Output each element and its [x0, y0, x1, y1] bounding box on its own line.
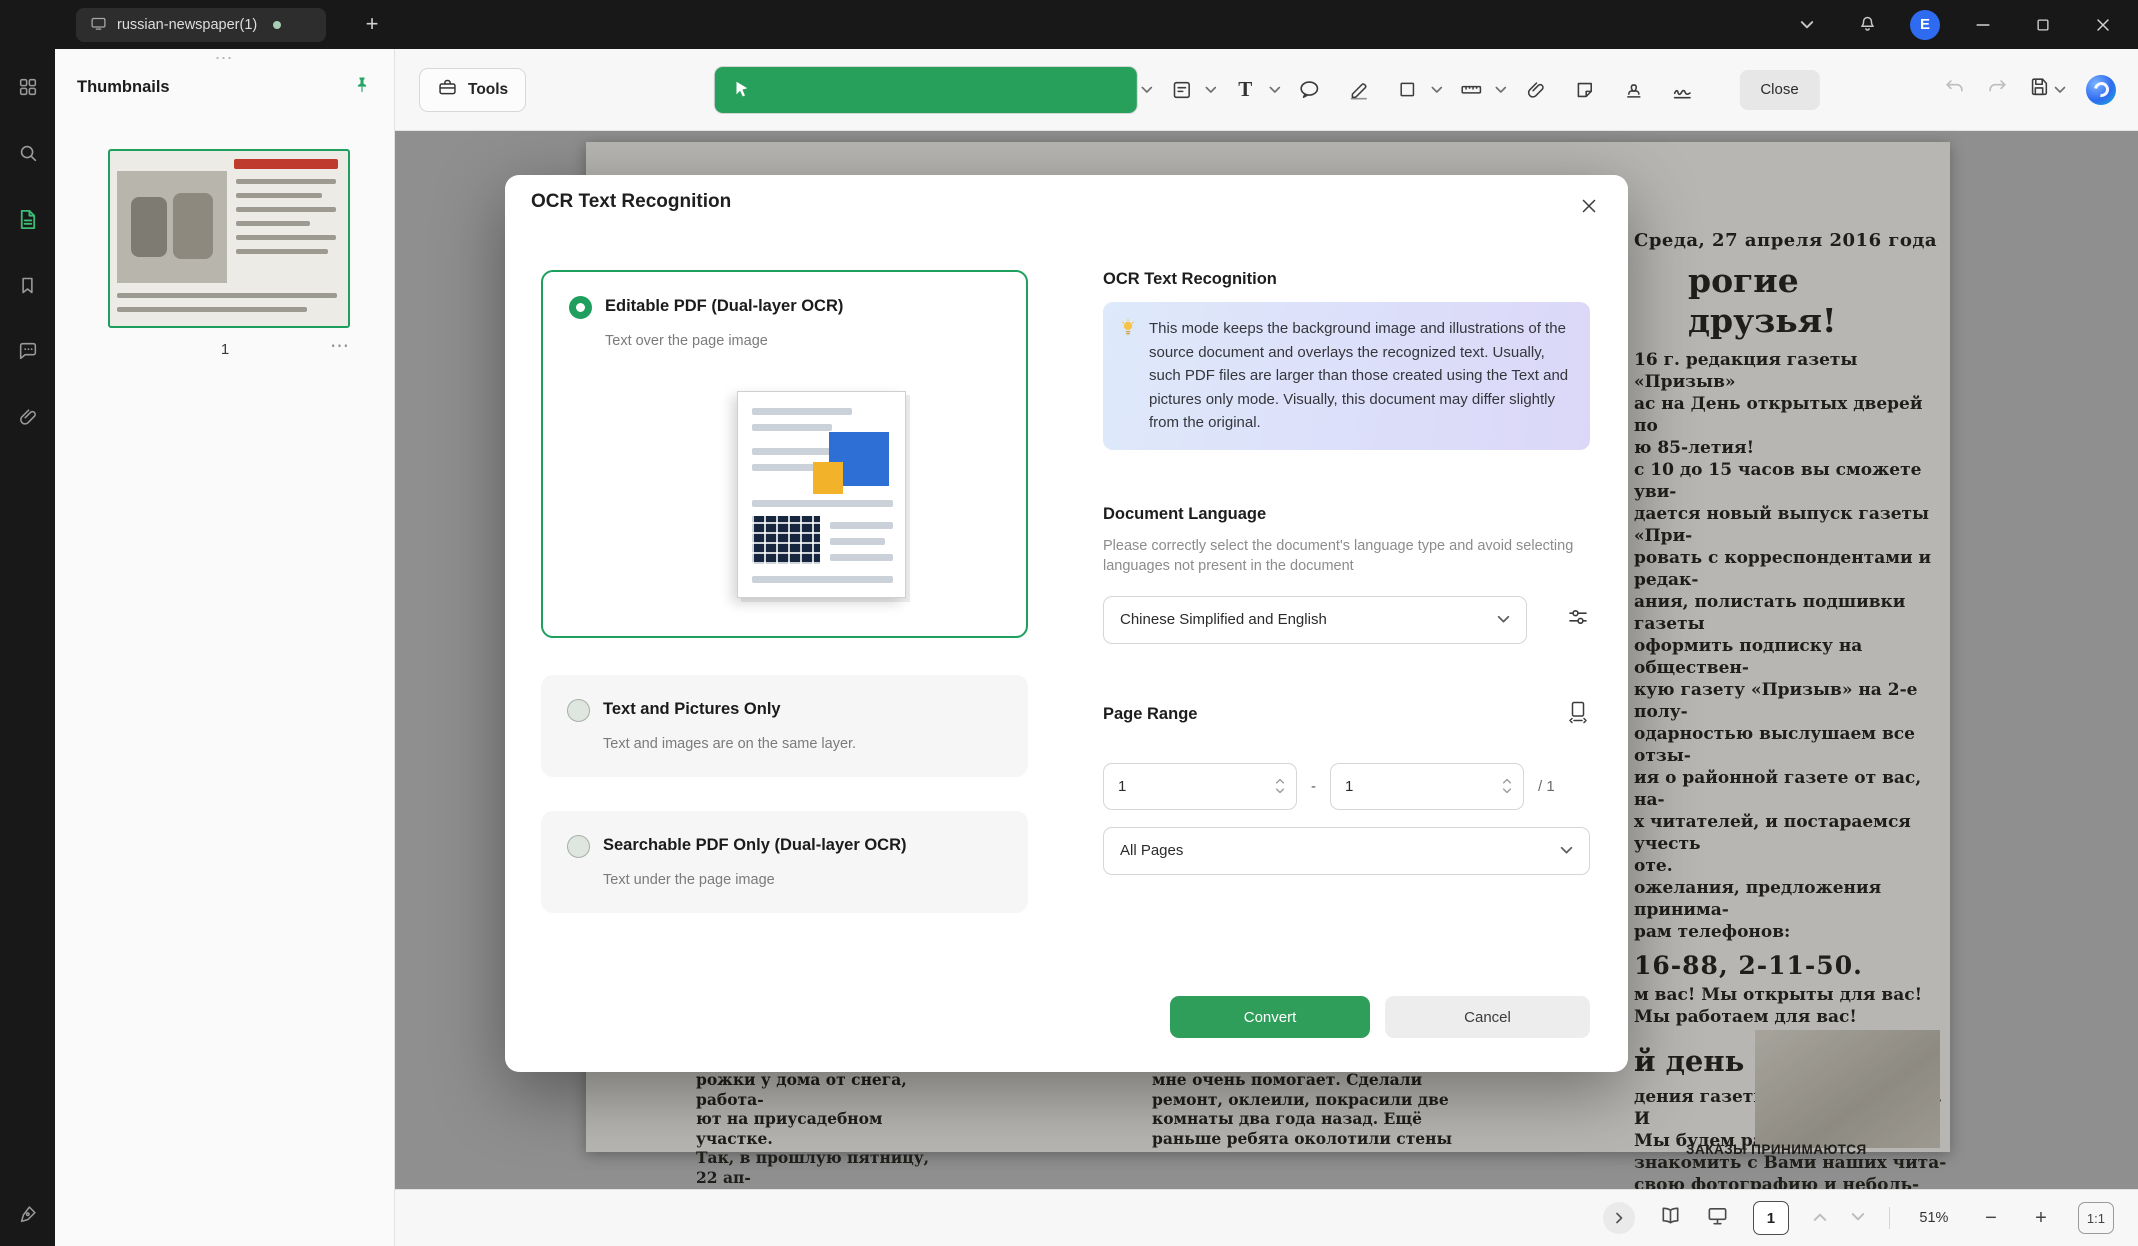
select-tool-button[interactable] — [713, 66, 1137, 114]
range-to-input[interactable] — [1330, 763, 1524, 810]
option-editable-pdf[interactable]: Editable PDF (Dual-layer OCR) Text over … — [541, 270, 1028, 638]
stamp-tool-icon[interactable] — [1613, 70, 1653, 110]
user-avatar[interactable]: E — [1910, 10, 1940, 40]
edit-pdf-chevron-icon[interactable] — [1204, 81, 1216, 99]
ocr-mode-options: Editable PDF (Dual-layer OCR) Text over … — [541, 270, 1028, 913]
notifications-bell-icon[interactable] — [1850, 8, 1884, 42]
ocr-info-heading: OCR Text Recognition — [1103, 270, 1590, 289]
save-icon[interactable] — [2028, 76, 2050, 103]
statusbar-divider — [1889, 1207, 1890, 1229]
page-thumbnail[interactable] — [108, 149, 350, 328]
toolbox-icon — [437, 77, 458, 103]
stepper-icons[interactable] — [1502, 778, 1512, 794]
thumbnail-options-ellipsis[interactable]: ⋯ — [330, 335, 350, 358]
undo-icon[interactable] — [1944, 76, 1966, 103]
sticker-tool-icon[interactable] — [1564, 70, 1604, 110]
document-illustration — [737, 391, 906, 598]
titlebar: russian-newspaper(1) + E — [0, 0, 2138, 49]
zoom-out-button[interactable]: − — [1978, 1207, 2004, 1230]
actual-size-button[interactable]: 1:1 — [2078, 1202, 2114, 1234]
edit-pdf-tool-icon[interactable] — [1161, 70, 1201, 110]
convert-button[interactable]: Convert — [1170, 996, 1370, 1038]
comments-icon[interactable] — [14, 337, 42, 365]
language-settings-icon[interactable] — [1566, 605, 1590, 634]
page-number-input[interactable] — [1753, 1201, 1789, 1235]
status-bar: 51% − + 1:1 — [395, 1189, 2138, 1246]
minimize-button[interactable] — [1966, 8, 2000, 42]
tools-menu-button[interactable]: Tools — [419, 68, 526, 112]
measure-tool-icon[interactable] — [1451, 70, 1491, 110]
thumbnails-title: Thumbnails — [77, 78, 170, 97]
add-text-chevron-icon[interactable] — [1268, 81, 1280, 99]
chevron-down-icon[interactable] — [1790, 8, 1824, 42]
attachments-paperclip-icon[interactable] — [14, 403, 42, 431]
save-chevron-icon[interactable] — [2054, 81, 2066, 99]
redo-icon[interactable] — [1986, 76, 2008, 103]
option-text-pictures-only[interactable]: Text and Pictures Only Text and images a… — [541, 675, 1028, 777]
thumbnails-panel: ⋯ Thumbnails 1 ⋯ — [55, 49, 395, 1246]
ocr-settings-column: OCR Text Recognition This mode keeps the… — [1103, 270, 1590, 875]
chevron-down-icon — [1560, 842, 1573, 859]
search-icon[interactable] — [14, 139, 42, 167]
mode-info-box: This mode keeps the background image and… — [1103, 302, 1590, 450]
shape-chevron-icon[interactable] — [1430, 81, 1442, 99]
radio-unselected-icon[interactable] — [567, 835, 590, 858]
shape-tool-icon[interactable] — [1387, 70, 1427, 110]
presentation-mode-icon[interactable] — [1706, 1204, 1729, 1232]
chevron-down-icon — [1497, 611, 1510, 628]
app-window: russian-newspaper(1) + E — [0, 0, 2138, 1246]
dialog-close-icon[interactable] — [1572, 189, 1606, 223]
range-separator: - — [1297, 778, 1330, 795]
book-view-icon[interactable] — [1659, 1204, 1682, 1232]
dialog-title: OCR Text Recognition — [531, 191, 731, 213]
radio-unselected-icon[interactable] — [567, 699, 590, 722]
stepper-icons[interactable] — [1275, 778, 1285, 794]
tab-title: russian-newspaper(1) — [117, 17, 257, 33]
left-icon-rail — [0, 49, 55, 1246]
signature-tool-icon[interactable] — [1662, 70, 1702, 110]
close-toolbar-button[interactable]: Close — [1739, 70, 1819, 110]
apps-grid-icon[interactable] — [14, 73, 42, 101]
annotation-pen-icon[interactable] — [14, 1200, 42, 1228]
new-tab-button[interactable]: + — [356, 8, 388, 40]
ocr-dialog: OCR Text Recognition Editable PDF (Dual-… — [505, 175, 1628, 1072]
page-range-heading: Page Range — [1103, 705, 1197, 724]
maximize-button[interactable] — [2026, 8, 2060, 42]
highlighter-tool-icon[interactable] — [1338, 70, 1378, 110]
language-heading: Document Language — [1103, 505, 1590, 524]
zoom-value[interactable]: 51% — [1914, 1210, 1954, 1226]
comment-tool-icon[interactable] — [1289, 70, 1329, 110]
zoom-in-button[interactable]: + — [2028, 1207, 2054, 1230]
unsaved-indicator — [273, 21, 281, 29]
attachment-tool-icon[interactable] — [1515, 70, 1555, 110]
display-icon — [90, 15, 107, 36]
expand-panel-button[interactable] — [1603, 1202, 1635, 1234]
panel-drag-handle[interactable]: ⋯ — [55, 49, 394, 67]
main-toolbar: Tools T — [395, 49, 2138, 131]
range-total: / 1 — [1538, 778, 1555, 795]
measure-chevron-icon[interactable] — [1494, 81, 1506, 99]
language-hint: Please correctly select the document's l… — [1103, 536, 1590, 576]
radio-selected-icon[interactable] — [569, 296, 592, 319]
document-tab[interactable]: russian-newspaper(1) — [76, 8, 326, 42]
add-text-tool-icon[interactable]: T — [1225, 70, 1265, 110]
pin-icon[interactable] — [352, 75, 372, 100]
option-searchable-pdf[interactable]: Searchable PDF Only (Dual-layer OCR) Tex… — [541, 811, 1028, 913]
thumbnails-document-icon[interactable] — [14, 205, 42, 233]
language-select[interactable]: Chinese Simplified and English — [1103, 596, 1527, 644]
close-window-button[interactable] — [2086, 8, 2120, 42]
select-tool-chevron-icon[interactable] — [1140, 81, 1152, 99]
ai-assistant-icon[interactable] — [2086, 75, 2116, 105]
range-from-input[interactable] — [1103, 763, 1297, 810]
cancel-button[interactable]: Cancel — [1385, 996, 1590, 1038]
page-up-icon[interactable] — [1813, 1209, 1827, 1227]
page-down-icon[interactable] — [1851, 1209, 1865, 1227]
lightbulb-icon — [1118, 318, 1138, 346]
pages-scope-select[interactable]: All Pages — [1103, 827, 1590, 875]
bookmark-icon[interactable] — [14, 271, 42, 299]
mode-info-text: This mode keeps the background image and… — [1149, 320, 1568, 431]
page-range-icon[interactable] — [1566, 700, 1590, 729]
